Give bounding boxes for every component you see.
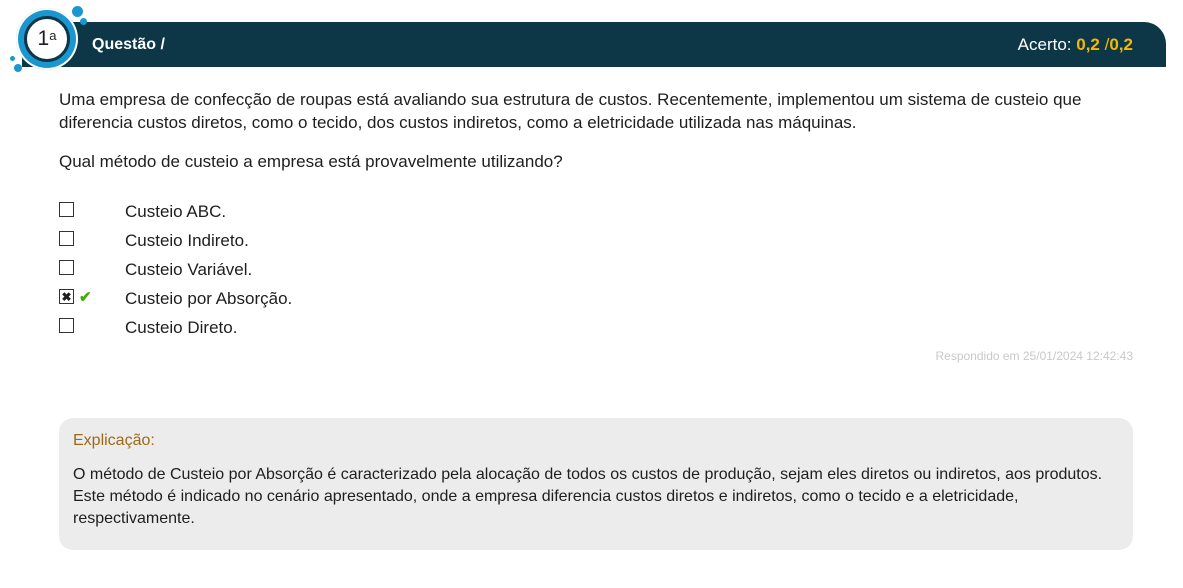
question-number-suffix: a xyxy=(49,27,57,43)
question-number-value: 1 xyxy=(37,27,50,50)
score-label: Acerto: xyxy=(1017,35,1072,54)
explanation-title: Explicação: xyxy=(73,432,155,449)
question-number-badge: 1a xyxy=(10,4,88,80)
checkbox[interactable] xyxy=(59,231,74,246)
question-prompt: Qual método de custeio a empresa está pr… xyxy=(59,152,563,171)
score: Acerto: 0,2 /0,2 xyxy=(1018,35,1133,55)
option-label[interactable]: Custeio ABC. xyxy=(125,202,226,222)
option-row[interactable]: Custeio Indireto. xyxy=(59,229,659,258)
option-row[interactable]: Custeio Variável. xyxy=(59,258,659,287)
option-label[interactable]: Custeio Variável. xyxy=(125,260,252,280)
option-label[interactable]: Custeio por Absorção. xyxy=(125,289,292,309)
answer-options: Custeio ABC. Custeio Indireto. Custeio V… xyxy=(59,200,659,345)
answered-timestamp: Respondido em 25/01/2024 12:42:43 xyxy=(935,349,1134,363)
score-max: 0,2 xyxy=(1109,35,1133,54)
badge-bubble xyxy=(72,6,83,17)
badge-bubble xyxy=(10,56,15,61)
question-header xyxy=(22,22,1166,67)
option-row[interactable]: Custeio ABC. xyxy=(59,200,659,229)
question-text: Uma empresa de confecção de roupas está … xyxy=(59,90,1082,132)
explanation-panel: Explicação: O método de Custeio por Abso… xyxy=(59,418,1133,550)
correct-check-icon: ✔ xyxy=(79,289,92,306)
checkbox[interactable] xyxy=(59,318,74,333)
question-title: Questão / xyxy=(92,36,165,53)
badge-bubble xyxy=(14,64,22,72)
question-number: 1a xyxy=(24,16,70,62)
option-label[interactable]: Custeio Direto. xyxy=(125,318,237,338)
checkbox[interactable] xyxy=(59,202,74,217)
option-row[interactable]: ✖ ✔ Custeio por Absorção. xyxy=(59,287,659,316)
checkbox[interactable] xyxy=(59,260,74,275)
explanation-text: O método de Custeio por Absorção é carac… xyxy=(73,466,1103,527)
checked-checkbox-icon[interactable]: ✖ xyxy=(59,289,74,304)
option-label[interactable]: Custeio Indireto. xyxy=(125,231,249,251)
option-row[interactable]: Custeio Direto. xyxy=(59,316,659,345)
badge-bubble xyxy=(80,18,87,25)
score-value: 0,2 xyxy=(1076,35,1100,54)
